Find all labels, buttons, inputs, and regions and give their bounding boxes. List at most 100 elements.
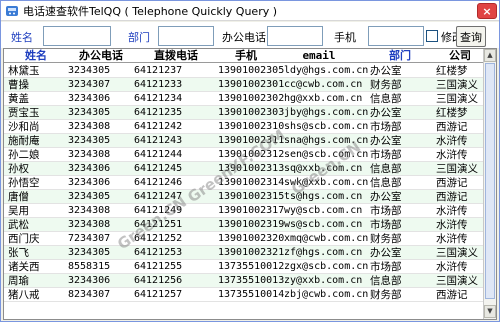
cell-mobile: 13901002303: [218, 107, 284, 118]
cell-company: 西游记: [436, 191, 468, 203]
table-row[interactable]: 猪八戒 8234307 64121257 13735510014 zbj@cwb.com…: [4, 288, 484, 302]
cell-office-phone: 3234305: [68, 247, 111, 258]
cell-office-phone: 3234306: [68, 163, 111, 174]
scroll-down-icon[interactable]: ▼: [484, 305, 496, 318]
table-row[interactable]: 沙和尚 3234308 64121242 13901002310 shs@scb.com…: [4, 120, 484, 134]
title-bar[interactable]: 电话速查软件TelQQ ( Telephone Quickly Query ) …: [1, 1, 499, 21]
cell-office-phone: 3234305: [68, 107, 111, 118]
header-mobile[interactable]: 手机: [218, 49, 274, 63]
cell-dept: 信息部: [370, 163, 402, 175]
cell-company: 水浒传: [436, 261, 468, 273]
mobile-label: 手机: [334, 31, 356, 44]
table-row[interactable]: 唐僧 3234305 64121247 13901002315 ts@hgs.com.c…: [4, 190, 484, 204]
phone-app-icon: [5, 4, 19, 18]
table-row[interactable]: 黄盖 3234306 64121234 13901002302 hg@xxb.com.c…: [4, 92, 484, 106]
table-row[interactable]: 孙二娘 3234308 64121244 13901002312 sen@scb.com…: [4, 148, 484, 162]
cell-company: 三国演义: [436, 163, 478, 175]
header-direct-phone[interactable]: 直拨电话: [134, 49, 218, 63]
table-row[interactable]: 周瑜 3234306 64121256 13735510013 zy@xxb.com.c…: [4, 274, 484, 288]
close-button[interactable]: ×: [477, 3, 497, 19]
modify-checkbox[interactable]: [426, 30, 438, 42]
cell-company: 水浒传: [436, 149, 468, 161]
mobile-input[interactable]: [368, 26, 424, 46]
cell-dept: 信息部: [370, 275, 402, 287]
cell-mobile: 13901002302: [218, 93, 284, 104]
cell-name: 张飞: [8, 247, 29, 259]
cell-email: zy@xxb.com.cn: [284, 275, 363, 286]
cell-mobile: 13901002312: [218, 149, 284, 160]
cell-dept: 办公室: [370, 107, 402, 119]
cell-company: 三国演义: [436, 275, 478, 287]
cell-company: 水浒传: [436, 219, 468, 231]
cell-office-phone: 3234306: [68, 93, 111, 104]
cell-name: 唐僧: [8, 191, 29, 203]
cell-direct-phone: 64121244: [134, 149, 183, 160]
header-office-phone[interactable]: 办公电话: [68, 49, 134, 63]
cell-email: hg@xxb.com.cn: [284, 93, 363, 104]
cell-mobile: 13735510012: [218, 261, 284, 272]
cell-name: 曹操: [8, 79, 29, 91]
table-row[interactable]: 林黛玉 3234305 64121237 13901002305 ldy@hgs.com…: [4, 64, 484, 78]
cell-office-phone: 3234305: [68, 135, 111, 146]
name-input[interactable]: [43, 26, 111, 46]
cell-direct-phone: 64121242: [134, 121, 183, 132]
cell-dept: 财务部: [370, 79, 402, 91]
table-row[interactable]: 施耐庵 3234305 64121243 13901002311 sna@hgs.com…: [4, 134, 484, 148]
cell-dept: 办公室: [370, 247, 402, 259]
cell-dept: 财务部: [370, 289, 402, 301]
cell-mobile: 13901002313: [218, 163, 284, 174]
cell-dept: 财务部: [370, 233, 402, 245]
table-row[interactable]: 贾宝玉 3234305 64121235 13901002303 jby@hgs.com…: [4, 106, 484, 120]
cell-office-phone: 8558315: [68, 261, 111, 272]
cell-email: wy@scb.com.cn: [284, 205, 363, 216]
dept-label: 部门: [128, 31, 150, 44]
scroll-thumb[interactable]: [485, 63, 495, 299]
cell-direct-phone: 64121255: [134, 261, 183, 272]
office-phone-input[interactable]: [267, 26, 323, 46]
dept-input[interactable]: [158, 26, 214, 46]
cell-company: 水浒传: [436, 233, 468, 245]
header-dept[interactable]: 部门: [364, 49, 436, 63]
cell-dept: 办公室: [370, 191, 402, 203]
table-row[interactable]: 武松 3234308 64121251 13901002319 ws@scb.com.c…: [4, 218, 484, 232]
cell-direct-phone: 64121234: [134, 93, 183, 104]
cell-name: 吴用: [8, 205, 29, 217]
cell-dept: 市场部: [370, 121, 402, 133]
vertical-scrollbar[interactable]: ▲ ▼: [483, 49, 496, 319]
cell-mobile: 13901002320: [218, 233, 284, 244]
cell-email: zf@hgs.com.cn: [284, 247, 363, 258]
cell-mobile: 13901002310: [218, 121, 284, 132]
cell-office-phone: 3234308: [68, 219, 111, 230]
header-name[interactable]: 姓名: [4, 49, 68, 63]
cell-name: 武松: [8, 219, 29, 231]
table-row[interactable]: 孙悟空 3234306 64121246 13901002314 swk@xxb.com…: [4, 176, 484, 190]
cell-name: 黄盖: [8, 93, 29, 105]
cell-mobile: 13901002321: [218, 247, 284, 258]
cell-mobile: 13901002311: [218, 135, 284, 146]
table-row[interactable]: 吴用 3234308 64121249 13901002317 wy@scb.com.c…: [4, 204, 484, 218]
cell-name: 孙权: [8, 163, 29, 175]
cell-office-phone: 3234308: [68, 121, 111, 132]
header-email[interactable]: email: [274, 49, 364, 63]
cell-mobile: 13901002301: [218, 79, 284, 90]
query-button[interactable]: 查询: [456, 26, 486, 47]
cell-company: 三国演义: [436, 93, 478, 105]
cell-name: 西门庆: [8, 233, 40, 245]
header-company[interactable]: 公司: [436, 49, 484, 63]
cell-office-phone: 3234305: [68, 65, 111, 76]
cell-mobile: 13901002317: [218, 205, 284, 216]
table-row[interactable]: 曹操 3234307 64121233 13901002301 cc@cwb.com.c…: [4, 78, 484, 92]
cell-company: 西游记: [436, 177, 468, 189]
cell-direct-phone: 64121246: [134, 177, 183, 188]
scroll-up-icon[interactable]: ▲: [484, 49, 496, 62]
table-row[interactable]: 西门庆 7234307 64121252 13901002320 xmq@cwb.com…: [4, 232, 484, 246]
table-row[interactable]: 诸关西 8558315 64121255 13735510012 zgx@scb.com…: [4, 260, 484, 274]
close-icon: ×: [482, 4, 492, 18]
table-row[interactable]: 张飞 3234305 64121253 13901002321 zf@hgs.com.c…: [4, 246, 484, 260]
table-row[interactable]: 孙权 3234306 64121245 13901002313 sq@xxb.com.c…: [4, 162, 484, 176]
cell-dept: 办公室: [370, 65, 402, 77]
cell-mobile: 13901002315: [218, 191, 284, 202]
cell-name: 林黛玉: [8, 65, 40, 77]
cell-direct-phone: 64121243: [134, 135, 183, 146]
cell-name: 施耐庵: [8, 135, 40, 147]
